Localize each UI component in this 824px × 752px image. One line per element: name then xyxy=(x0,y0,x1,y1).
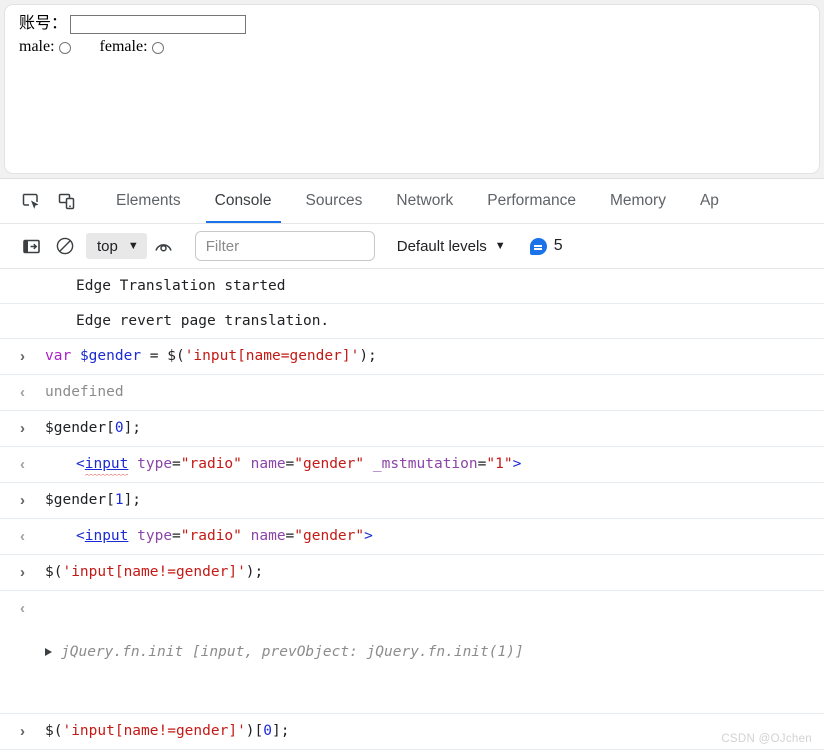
console-message-input: › var $gender = $('input[name=gender]'); xyxy=(0,339,824,375)
input-chevron-icon: › xyxy=(20,348,25,365)
message-count-badge[interactable]: 5 xyxy=(529,237,563,255)
message-text: Edge Translation started xyxy=(76,278,286,294)
gender-row: male: female: xyxy=(19,37,819,57)
tab-memory[interactable]: Memory xyxy=(593,179,683,223)
message-count-value: 5 xyxy=(553,237,563,254)
message-text: $('input[name!=gender]'); xyxy=(45,564,264,580)
tab-console[interactable]: Console xyxy=(198,179,289,223)
chevron-down-icon: ▼ xyxy=(494,239,506,252)
input-chevron-icon: › xyxy=(20,420,25,437)
tab-network[interactable]: Network xyxy=(379,179,470,223)
message-text: undefined xyxy=(45,384,124,400)
page-viewport: 账号： male: female: xyxy=(4,4,820,174)
message-object[interactable]: jQuery.fn.init [input, prevObject: jQuer… xyxy=(45,597,824,707)
log-levels-label: Default levels xyxy=(396,237,487,255)
console-message-log: Edge revert page translation. xyxy=(0,304,824,339)
element-tag-name: input xyxy=(84,528,129,544)
message-text: var $gender = $('input[name=gender]'); xyxy=(45,348,377,364)
tab-label: Ap xyxy=(699,192,719,209)
console-message-output: ‹ jQuery.fn.init [input, prevObject: jQu… xyxy=(0,591,824,714)
output-chevron-icon: ‹ xyxy=(20,384,25,401)
console-message-input: › $('input[name!=gender]'); xyxy=(0,555,824,591)
message-text: $('input[name!=gender]')[0]; xyxy=(45,723,290,739)
tab-label: Console xyxy=(214,192,272,209)
filter-placeholder: Filter xyxy=(205,237,240,255)
object-preview: jQuery.fn.init [input, prevObject: jQuer… xyxy=(61,644,524,660)
input-chevron-icon: › xyxy=(20,564,25,581)
execution-context-value: top xyxy=(97,237,118,255)
output-chevron-icon: ‹ xyxy=(20,528,25,545)
expand-triangle-icon[interactable] xyxy=(45,648,52,656)
account-row: 账号： xyxy=(19,14,819,34)
female-radio[interactable] xyxy=(151,42,164,54)
tab-elements[interactable]: Elements xyxy=(99,179,198,223)
female-label: female: xyxy=(99,38,148,55)
message-gutter xyxy=(0,275,45,276)
output-chevron-icon: ‹ xyxy=(20,600,25,617)
console-message-output: ‹ <input type="radio" name="gender" _mst… xyxy=(0,447,824,483)
male-radio[interactable] xyxy=(58,42,71,54)
input-chevron-icon: › xyxy=(20,492,25,509)
console-message-input: › $('input[name!=gender]')[0]; xyxy=(0,714,824,750)
tab-performance[interactable]: Performance xyxy=(470,179,593,223)
message-element[interactable]: <input type="radio" name="gender" _mstmu… xyxy=(45,453,824,475)
live-expression-eye-icon[interactable] xyxy=(147,232,181,260)
device-toolbar-icon[interactable] xyxy=(49,185,85,217)
tab-label: Network xyxy=(396,192,454,209)
element-tag-name: input xyxy=(84,456,129,472)
console-output[interactable]: Edge Translation started Edge revert pag… xyxy=(0,269,824,752)
console-message-input: › $gender[1]; xyxy=(0,483,824,519)
message-text: Edge revert page translation. xyxy=(76,313,330,329)
filter-input[interactable]: Filter xyxy=(194,231,375,261)
tab-label: Sources xyxy=(305,192,363,209)
tab-application[interactable]: Ap xyxy=(683,179,736,223)
account-label: 账号： xyxy=(19,15,68,32)
clear-console-icon[interactable] xyxy=(48,232,82,260)
console-message-input: › $gender[0]; xyxy=(0,411,824,447)
devtools-tabs: Elements Console Sources Network Perform… xyxy=(99,179,736,223)
inspect-element-icon[interactable] xyxy=(13,185,49,217)
tab-label: Memory xyxy=(609,192,666,209)
execution-context-select[interactable]: top ▼ xyxy=(86,233,147,259)
account-input[interactable] xyxy=(70,14,247,34)
console-message-output: ‹ <input type="radio" name="gender"> xyxy=(0,519,824,555)
message-text: $gender[0]; xyxy=(45,420,142,436)
message-text: $gender[1]; xyxy=(45,492,142,508)
log-levels-dropdown[interactable]: Default levels ▼ xyxy=(397,238,506,255)
devtools-panel: Elements Console Sources Network Perform… xyxy=(0,178,824,752)
console-message-output: ‹ undefined xyxy=(0,375,824,411)
tab-label: Elements xyxy=(116,192,181,209)
message-element[interactable]: <input type="radio" name="gender"> xyxy=(45,525,824,547)
chevron-down-icon: ▼ xyxy=(127,239,139,252)
watermark: CSDN @OJchen xyxy=(721,733,812,745)
message-bubble-icon xyxy=(529,237,547,255)
input-chevron-icon: › xyxy=(20,723,25,740)
devtools-tabbar: Elements Console Sources Network Perform… xyxy=(0,179,824,224)
console-message-log: Edge Translation started xyxy=(0,269,824,304)
console-toolbar: top ▼ Filter Default levels ▼ 5 xyxy=(0,224,824,269)
tab-label: Performance xyxy=(487,192,576,209)
console-sidebar-icon[interactable] xyxy=(14,232,48,260)
tab-sources[interactable]: Sources xyxy=(289,179,380,223)
output-chevron-icon: ‹ xyxy=(20,456,25,473)
message-gutter xyxy=(0,310,45,311)
male-label: male: xyxy=(19,38,55,55)
